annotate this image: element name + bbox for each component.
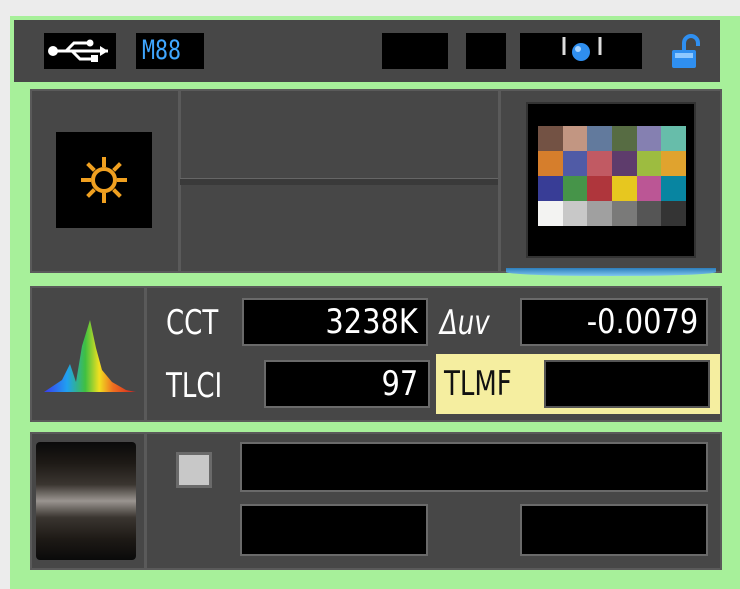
- blue-dot-icon: [562, 37, 602, 61]
- color-swatch: [611, 176, 637, 201]
- color-swatch: [562, 126, 588, 151]
- cct-label: CCT: [166, 303, 219, 343]
- spectrum-icon[interactable]: [42, 318, 138, 396]
- bottom-panel-divider: [144, 432, 147, 570]
- tlci-value-field: 97: [264, 360, 430, 408]
- bottom-field-wide: [240, 442, 708, 492]
- status-slot-1: [382, 33, 448, 69]
- cct-value: 3238K: [325, 302, 418, 342]
- duv-value: -0.0079: [586, 302, 698, 342]
- tlmf-button[interactable]: TLMF: [436, 354, 720, 414]
- measure-panel-divider: [144, 286, 147, 422]
- color-swatch: [636, 176, 662, 201]
- color-swatch: [538, 151, 563, 176]
- color-swatch: [661, 176, 686, 201]
- color-swatch: [587, 201, 612, 226]
- color-swatch: [587, 151, 612, 176]
- color-swatch: [661, 151, 686, 176]
- color-swatch: [636, 126, 662, 151]
- cct-value-field: 3238K: [242, 298, 428, 346]
- color-swatch: [636, 201, 662, 226]
- tlci-label: TLCI: [166, 366, 223, 406]
- mode-badge: M88: [136, 33, 204, 69]
- color-swatch: [538, 176, 563, 201]
- color-swatch: [538, 126, 563, 151]
- color-swatch: [562, 151, 588, 176]
- tlmf-value-field: [544, 360, 710, 408]
- color-swatch: [587, 126, 612, 151]
- color-chart-button[interactable]: [526, 102, 696, 258]
- color-swatch: [661, 126, 686, 151]
- tlci-value: 97: [381, 364, 418, 404]
- dial-wheel-icon[interactable]: [36, 442, 136, 560]
- color-swatch: [636, 151, 662, 176]
- indicator-slot: [520, 33, 642, 69]
- usb-icon: [44, 33, 116, 69]
- color-chart-highlight: [506, 268, 716, 276]
- bottom-field-right: [520, 504, 708, 556]
- tlmf-label: TLMF: [444, 364, 512, 404]
- unlocked-padlock-icon[interactable]: [666, 32, 706, 72]
- color-swatch: [587, 176, 612, 201]
- color-swatch: [611, 201, 637, 226]
- top-panel-divider-mid: [180, 178, 498, 185]
- checkbox[interactable]: [176, 452, 212, 488]
- color-swatch: [562, 201, 588, 226]
- color-swatch: [661, 201, 686, 226]
- top-panel-divider-right: [498, 89, 501, 273]
- duv-value-field: -0.0079: [520, 298, 708, 346]
- color-swatch: [611, 151, 637, 176]
- duv-label: Δuv: [440, 303, 490, 343]
- color-checker-icon: [538, 126, 686, 226]
- status-slot-2: [466, 33, 506, 69]
- light-source-button[interactable]: [56, 132, 152, 228]
- mode-label: M88: [142, 35, 182, 66]
- color-swatch: [538, 201, 563, 226]
- sun-icon: [81, 157, 127, 203]
- color-swatch: [611, 126, 637, 151]
- color-swatch: [562, 176, 588, 201]
- bottom-field-left: [240, 504, 428, 556]
